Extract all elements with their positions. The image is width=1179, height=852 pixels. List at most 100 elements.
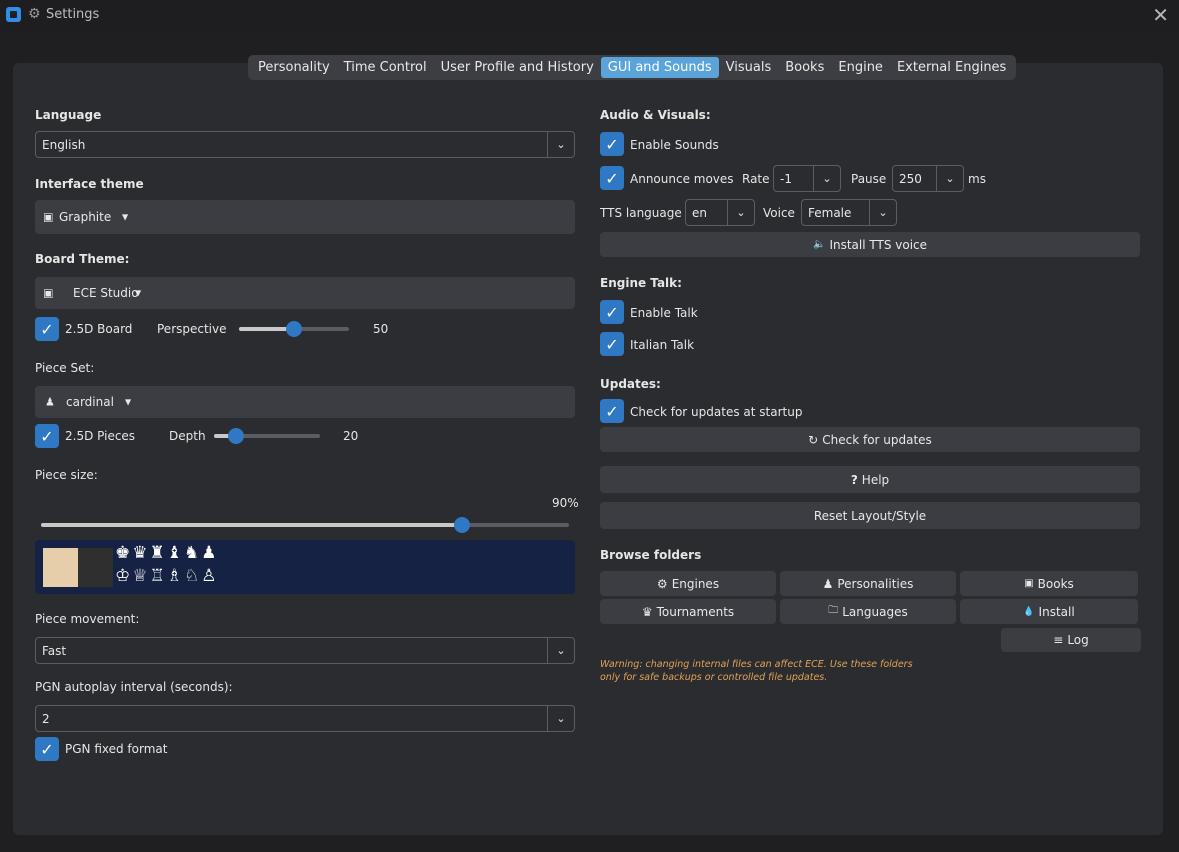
piece-set-select[interactable]: ♟ cardinal ▼ — [35, 386, 575, 418]
reset-layout-label: Reset Layout/Style — [813, 508, 927, 523]
books-folder-button[interactable]: ▣ Books — [960, 571, 1138, 596]
tab-books[interactable]: Books — [778, 57, 831, 78]
perspective-slider-handle[interactable] — [286, 321, 302, 337]
pause-label: Pause — [851, 172, 887, 186]
interface-theme-select[interactable]: ▣ Graphite ▼ — [35, 200, 575, 234]
language-value: English — [42, 137, 86, 152]
install-tts-voice-label: Install TTS voice — [829, 237, 928, 252]
tab-time-control[interactable]: Time Control — [337, 57, 434, 78]
caret-down-icon: ▼ — [125, 397, 132, 407]
enable-sounds-checkbox[interactable]: ✓ — [600, 132, 624, 156]
tournaments-folder-button[interactable]: ♛ Tournaments — [600, 599, 776, 624]
window-title: Settings — [46, 7, 100, 22]
language-label: Language — [35, 108, 102, 122]
announce-moves-label: Announce moves — [630, 172, 734, 186]
voice-select[interactable]: Female ⌄ — [801, 199, 897, 226]
chevron-down-icon: ⌄ — [869, 200, 896, 225]
pgn-autoplay-select[interactable]: 2 ⌄ — [35, 705, 575, 732]
engines-folder-label: Engines — [671, 576, 720, 591]
check-for-updates-label: Check for updates — [822, 432, 932, 447]
languages-folder-button[interactable]: 🗀 Languages — [780, 599, 956, 624]
piece-size-slider[interactable] — [41, 517, 569, 533]
title-bar: ⚙ Settings ✕ — [0, 0, 1179, 30]
announce-moves-checkbox[interactable]: ✓ — [600, 166, 624, 190]
pause-unit: ms — [968, 172, 986, 186]
install-folder-button[interactable]: 💧 Install — [960, 599, 1138, 624]
board-25d-checkbox[interactable]: ✓ — [35, 317, 59, 341]
log-folder-label: Log — [1067, 633, 1089, 647]
speaker-icon: 🔈 — [812, 239, 826, 250]
tournaments-folder-label: Tournaments — [656, 604, 735, 619]
board-theme-select[interactable]: ▣ ECE Studio ▼ — [35, 277, 575, 309]
close-icon[interactable]: ✕ — [1152, 3, 1169, 27]
log-folder-button[interactable]: ≡ Log — [1001, 628, 1141, 652]
rate-value: -1 — [780, 171, 792, 186]
piece-movement-select[interactable]: Fast ⌄ — [35, 637, 575, 664]
settings-gear-icon: ⚙ — [28, 6, 41, 22]
chevron-down-icon: ⌄ — [547, 706, 574, 731]
pgn-autoplay-value: 2 — [42, 711, 50, 726]
personalities-folder-label: Personalities — [837, 576, 914, 591]
language-select[interactable]: English ⌄ — [35, 131, 575, 158]
tab-bar: Personality Time Control User Profile an… — [248, 55, 1017, 80]
help-label: Help — [861, 472, 890, 487]
tab-engine[interactable]: Engine — [831, 57, 890, 78]
engine-talk-title: Engine Talk: — [600, 276, 682, 290]
piece-size-label: Piece size: — [35, 468, 98, 482]
italian-talk-label: Italian Talk — [630, 338, 695, 352]
reset-layout-button[interactable]: Reset Layout/Style — [600, 502, 1140, 529]
rate-label: Rate — [742, 172, 770, 186]
check-startup-label: Check for updates at startup — [630, 405, 803, 419]
check-startup-checkbox[interactable]: ✓ — [600, 399, 624, 423]
book-icon: ▣ — [1024, 578, 1034, 589]
pause-value: 250 — [899, 171, 922, 186]
pgn-fixed-checkbox[interactable]: ✓ — [35, 737, 59, 761]
perspective-slider[interactable] — [239, 321, 349, 337]
chevron-down-icon: ⌄ — [813, 166, 840, 191]
rate-select[interactable]: -1 ⌄ — [773, 165, 841, 192]
folder-icon: 🗀 — [828, 605, 839, 616]
italian-talk-checkbox[interactable]: ✓ — [600, 332, 624, 356]
theme-icon: ▣ — [43, 286, 54, 300]
tab-external-engines[interactable]: External Engines — [890, 57, 1013, 78]
board-theme-value: ECE Studio — [73, 286, 139, 300]
browse-folders-title: Browse folders — [600, 548, 702, 562]
personalities-folder-button[interactable]: ♟ Personalities — [780, 571, 956, 596]
check-for-updates-button[interactable]: ↻ Check for updates — [600, 427, 1140, 452]
enable-talk-label: Enable Talk — [630, 306, 698, 320]
help-button[interactable]: ? Help — [600, 466, 1140, 493]
warning-text: Warning: changing internal files can aff… — [600, 659, 913, 683]
depth-label: Depth — [169, 429, 206, 443]
tab-user-profile[interactable]: User Profile and History — [434, 57, 601, 78]
piece-set-value: cardinal — [66, 395, 114, 409]
perspective-label: Perspective — [157, 322, 227, 336]
gear-icon: ⚙ — [656, 576, 668, 591]
depth-slider-handle[interactable] — [228, 428, 244, 444]
pieces-25d-checkbox[interactable]: ✓ — [35, 424, 59, 448]
install-tts-voice-button[interactable]: 🔈 Install TTS voice — [600, 232, 1140, 257]
piece-size-slider-handle[interactable] — [454, 517, 470, 533]
audio-visuals-title: Audio & Visuals: — [600, 108, 711, 122]
piece-movement-label: Piece movement: — [35, 612, 140, 626]
piece-movement-value: Fast — [42, 643, 67, 658]
refresh-icon: ↻ — [808, 432, 819, 447]
tab-gui-and-sounds[interactable]: GUI and Sounds — [600, 57, 719, 78]
tts-language-value: en — [692, 205, 707, 220]
tab-personality[interactable]: Personality — [251, 57, 337, 78]
tab-visuals[interactable]: Visuals — [719, 57, 779, 78]
voice-label: Voice — [763, 206, 795, 220]
enable-talk-checkbox[interactable]: ✓ — [600, 300, 624, 324]
piece-size-value: 90% — [552, 496, 579, 510]
tts-language-label: TTS language — [600, 206, 682, 220]
board-25d-label: 2.5D Board — [65, 322, 133, 336]
perspective-value: 50 — [373, 322, 389, 336]
depth-slider[interactable] — [214, 428, 320, 444]
pawn-icon: ♟ — [822, 576, 834, 591]
tts-language-select[interactable]: en ⌄ — [685, 199, 755, 226]
theme-icon: ▣ — [43, 210, 54, 224]
pause-select[interactable]: 250 ⌄ — [892, 165, 964, 192]
languages-folder-label: Languages — [842, 604, 908, 619]
preview-pieces-row-1: ♚♛♜♝♞♟ — [115, 543, 219, 563]
caret-down-icon: ▼ — [122, 212, 129, 222]
engines-folder-button[interactable]: ⚙ Engines — [600, 571, 776, 596]
